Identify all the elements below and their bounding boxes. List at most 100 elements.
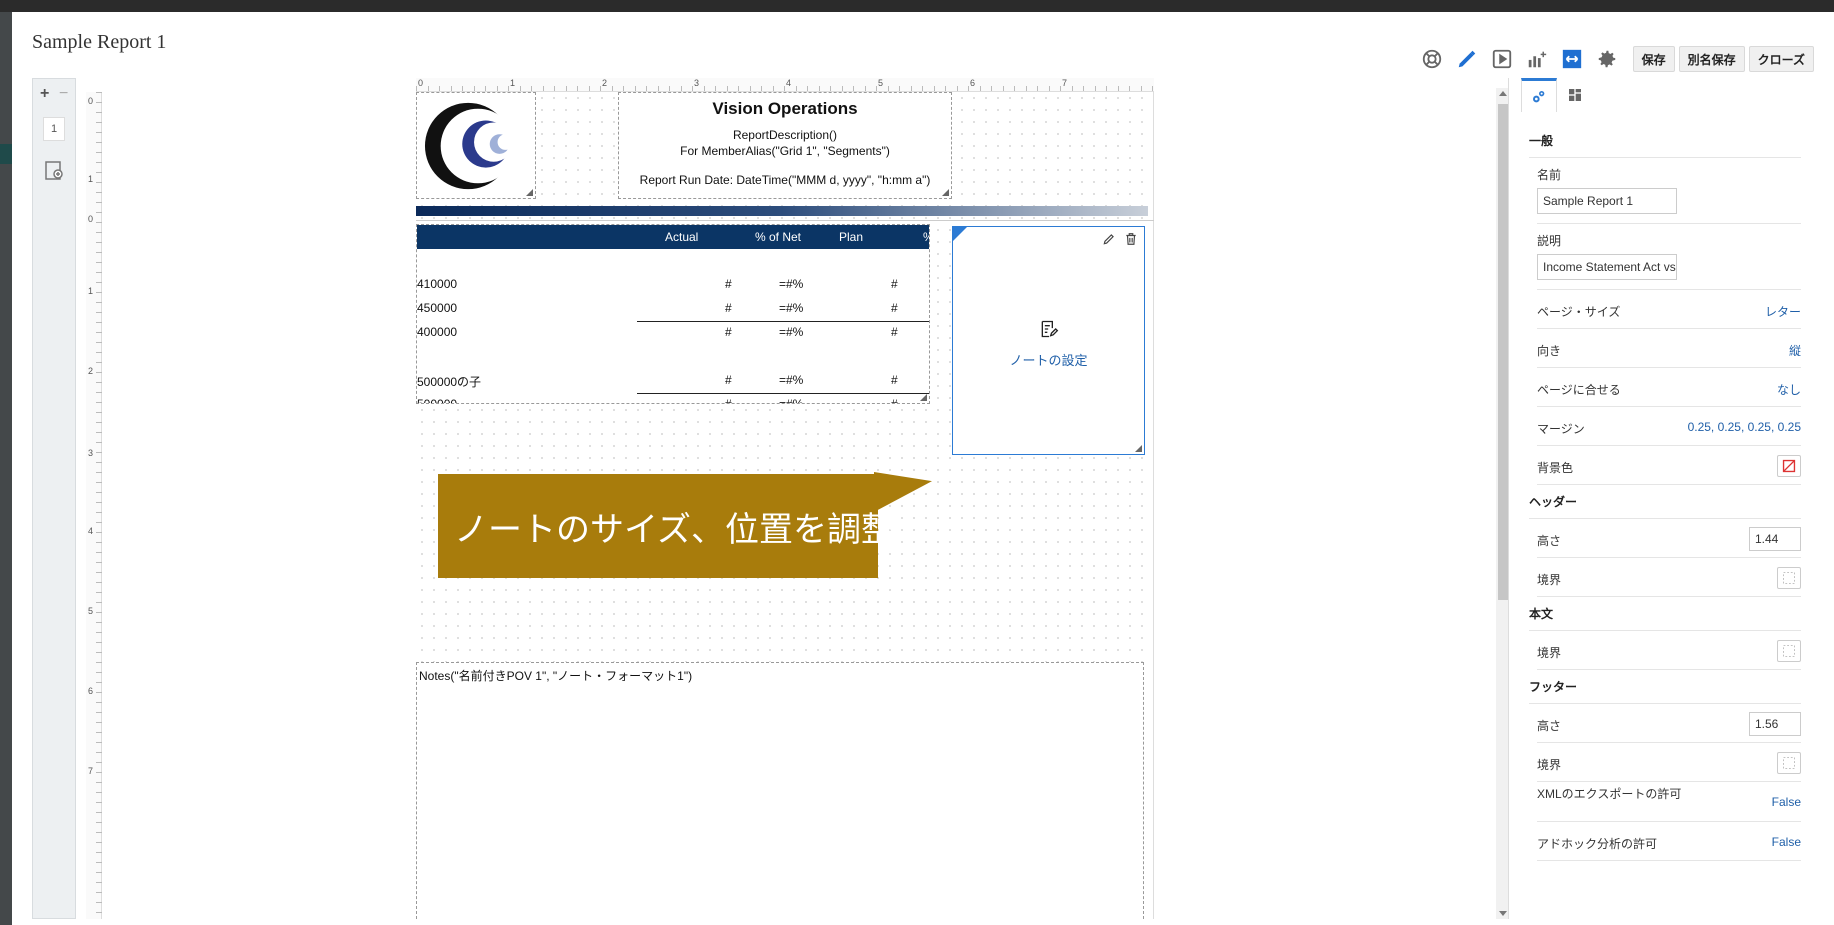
prop-xml-export: XMLのエクスポートの許可 False bbox=[1537, 782, 1801, 822]
hruler-tick bbox=[899, 86, 900, 91]
add-chart-icon[interactable] bbox=[1524, 46, 1550, 72]
vruler-tick bbox=[96, 482, 102, 483]
vruler-tick bbox=[96, 882, 102, 883]
vruler-tick bbox=[96, 582, 102, 583]
vruler-tick bbox=[96, 442, 102, 443]
vruler-tick bbox=[96, 292, 102, 293]
hruler-tick bbox=[439, 86, 440, 91]
trash-icon[interactable] bbox=[1124, 232, 1138, 246]
edit-pencil-icon[interactable] bbox=[1102, 232, 1116, 246]
vruler-tick bbox=[96, 462, 102, 463]
hruler-tick bbox=[565, 86, 567, 91]
background-color-swatch[interactable] bbox=[1777, 455, 1801, 477]
hruler-tick bbox=[887, 86, 889, 91]
fit-width-icon[interactable] bbox=[1559, 46, 1585, 72]
tab-layout[interactable] bbox=[1557, 78, 1593, 112]
scroll-thumb[interactable] bbox=[1498, 104, 1508, 600]
vruler-tick bbox=[96, 732, 102, 733]
header-height-input[interactable]: 1.44 bbox=[1749, 527, 1801, 551]
vruler-tick bbox=[96, 332, 102, 333]
toolbar: 保存 別名保存 クローズ bbox=[1419, 46, 1814, 72]
hruler-tick bbox=[841, 86, 843, 91]
footer-height-input[interactable]: 1.56 bbox=[1749, 712, 1801, 736]
note-setup[interactable]: ノートの設定 bbox=[953, 319, 1144, 369]
vruler-tick bbox=[96, 472, 102, 473]
vruler-tick bbox=[96, 372, 102, 373]
hruler-tick bbox=[634, 86, 636, 91]
section-header: ヘッダー bbox=[1529, 485, 1801, 519]
header-band-image[interactable] bbox=[416, 206, 1148, 216]
header-text-box[interactable]: Vision Operations ReportDescription() Fo… bbox=[618, 92, 952, 199]
logo-image-box[interactable] bbox=[416, 92, 536, 199]
fit-to-page-link[interactable]: なし bbox=[1777, 381, 1801, 398]
hruler-tick bbox=[876, 86, 877, 91]
xml-export-link[interactable]: False bbox=[1772, 795, 1801, 809]
report-description-input[interactable]: Income Statement Act vs bbox=[1537, 254, 1677, 280]
scroll-up-icon[interactable] bbox=[1499, 91, 1507, 96]
vruler-tick bbox=[96, 212, 102, 213]
header-description: ReportDescription() bbox=[732, 128, 838, 142]
hruler-tick bbox=[956, 86, 958, 91]
vruler-tick bbox=[96, 152, 102, 153]
grid-col-actual: Actual bbox=[665, 230, 699, 244]
notes-text-object[interactable]: Notes("名前付きPOV 1", "ノート・フォーマット1") bbox=[416, 662, 1144, 919]
vruler-tick bbox=[96, 852, 102, 853]
vruler-tick bbox=[96, 802, 102, 803]
vruler-tick bbox=[96, 302, 102, 303]
vruler-tick bbox=[96, 182, 102, 183]
vruler-tick bbox=[96, 822, 102, 823]
add-page-button[interactable]: + bbox=[40, 85, 49, 103]
report-name-input[interactable]: Sample Report 1 bbox=[1537, 188, 1677, 214]
grid-col-pct: % bbox=[923, 230, 929, 244]
vruler-tick bbox=[96, 142, 102, 143]
play-icon[interactable] bbox=[1489, 46, 1515, 72]
vruler-tick bbox=[96, 382, 102, 383]
edit-pencil-icon[interactable] bbox=[1454, 46, 1480, 72]
hruler-tick bbox=[531, 86, 532, 91]
footer-border-swatch[interactable] bbox=[1777, 752, 1801, 774]
vruler-tick bbox=[96, 412, 102, 413]
section-body: 本文 bbox=[1529, 597, 1801, 631]
note-object[interactable]: ノートの設定 bbox=[952, 226, 1145, 455]
hruler-tick bbox=[807, 86, 808, 91]
save-as-button[interactable]: 別名保存 bbox=[1678, 46, 1745, 72]
close-button[interactable]: クローズ bbox=[1748, 46, 1814, 72]
report-designer-dialog: Sample Report 1 保存 別名保存 クローズ + − 1 0 1 0… bbox=[12, 12, 1834, 925]
note-resize-handle[interactable] bbox=[1135, 445, 1142, 452]
tab-report-properties[interactable] bbox=[1521, 78, 1557, 112]
hruler-tick bbox=[726, 86, 728, 91]
vruler-tick bbox=[96, 612, 102, 613]
adhoc-link[interactable]: False bbox=[1772, 835, 1801, 849]
grid-object[interactable]: Actual % of Net Plan % 410000 # =#% # 45… bbox=[416, 224, 930, 404]
scroll-down-icon[interactable] bbox=[1499, 911, 1507, 916]
page-size-link[interactable]: レター bbox=[1765, 303, 1801, 320]
vruler-tick bbox=[96, 912, 102, 913]
vruler-tick bbox=[96, 112, 102, 113]
help-lifebuoy-icon[interactable] bbox=[1419, 46, 1445, 72]
vruler-tick bbox=[96, 862, 102, 863]
orientation-link[interactable]: 縦 bbox=[1789, 342, 1801, 359]
grid-col-pct-net: % of Net bbox=[755, 230, 802, 244]
vruler-tick bbox=[96, 792, 102, 793]
save-button[interactable]: 保存 bbox=[1632, 46, 1675, 72]
hruler-tick bbox=[738, 86, 739, 91]
vruler-label: 1 bbox=[88, 174, 94, 184]
page-thumbnail-1[interactable]: 1 bbox=[43, 117, 65, 141]
grid-row: 500000 # =#% # bbox=[417, 397, 898, 404]
vruler-tick bbox=[96, 352, 102, 353]
properties-list: 一般 名前 Sample Report 1 説明 Income Statemen… bbox=[1529, 124, 1801, 861]
gear-icon[interactable] bbox=[1594, 46, 1620, 72]
vruler-tick bbox=[96, 722, 102, 723]
body-border-swatch[interactable] bbox=[1777, 640, 1801, 662]
margin-link[interactable]: 0.25, 0.25, 0.25, 0.25 bbox=[1688, 420, 1801, 434]
hruler-tick bbox=[933, 86, 935, 91]
hruler-tick bbox=[462, 86, 463, 91]
header-border-swatch[interactable] bbox=[1777, 567, 1801, 589]
callout-text: ノートのサイズ、位置を調整 bbox=[454, 511, 895, 549]
note-setup-label[interactable]: ノートの設定 bbox=[953, 350, 1144, 369]
hruler-tick bbox=[830, 86, 831, 91]
gears-icon bbox=[1533, 90, 1545, 102]
remove-page-button[interactable]: − bbox=[59, 85, 68, 103]
insert-object-icon[interactable] bbox=[43, 159, 67, 183]
vruler-tick bbox=[96, 652, 102, 653]
